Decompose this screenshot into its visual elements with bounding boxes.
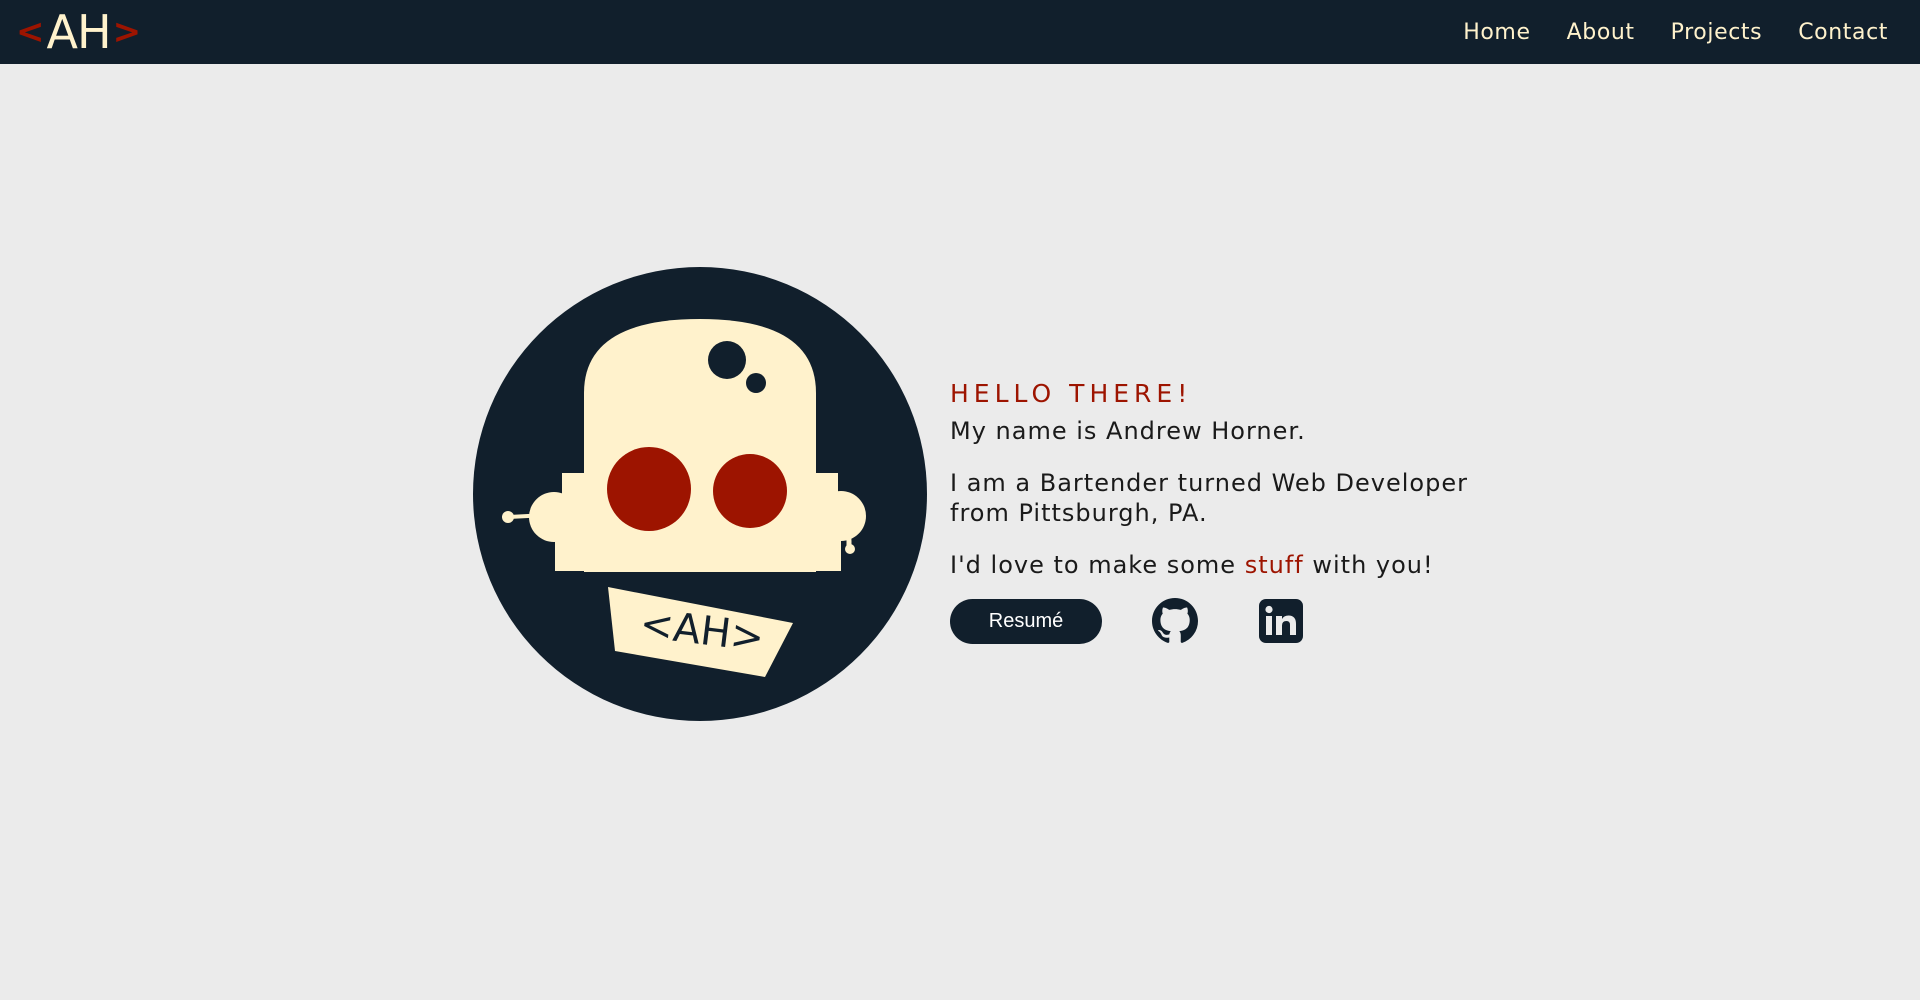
logo-open-bracket: <: [16, 12, 45, 52]
action-row: Resumé: [950, 598, 1510, 644]
call-to-action-text: I'd love to make some stuff with you!: [950, 550, 1510, 580]
linkedin-icon: [1259, 599, 1303, 643]
nav-about-link[interactable]: About: [1567, 20, 1635, 45]
nav-home-link[interactable]: Home: [1463, 20, 1530, 45]
intro-section: HELLO THERE! My name is Andrew Horner. I…: [950, 376, 1510, 644]
site-logo[interactable]: < AH >: [16, 6, 141, 58]
name-text: My name is Andrew Horner.: [950, 417, 1306, 445]
main-nav: Home About Projects Contact: [1463, 0, 1888, 64]
greeting-heading: HELLO THERE!: [950, 379, 1193, 408]
cta-highlight: stuff: [1244, 551, 1304, 579]
logo-letters: AH: [46, 5, 112, 59]
github-link[interactable]: [1152, 598, 1198, 644]
bio-text: I am a Bartender turned Web Developer fr…: [950, 469, 1468, 527]
nav-projects-link[interactable]: Projects: [1671, 20, 1763, 45]
linkedin-link[interactable]: [1258, 598, 1304, 644]
nav-contact-link[interactable]: Contact: [1798, 20, 1888, 45]
github-icon: [1152, 598, 1198, 643]
cta-before: I'd love to make some: [950, 551, 1245, 579]
cta-after: with you!: [1303, 551, 1434, 579]
robot-avatar: <AH>: [473, 267, 927, 721]
resume-button[interactable]: Resumé: [950, 598, 1102, 644]
logo-close-bracket: >: [112, 12, 142, 52]
navbar: < AH > Home About Projects Contact: [0, 0, 1920, 64]
